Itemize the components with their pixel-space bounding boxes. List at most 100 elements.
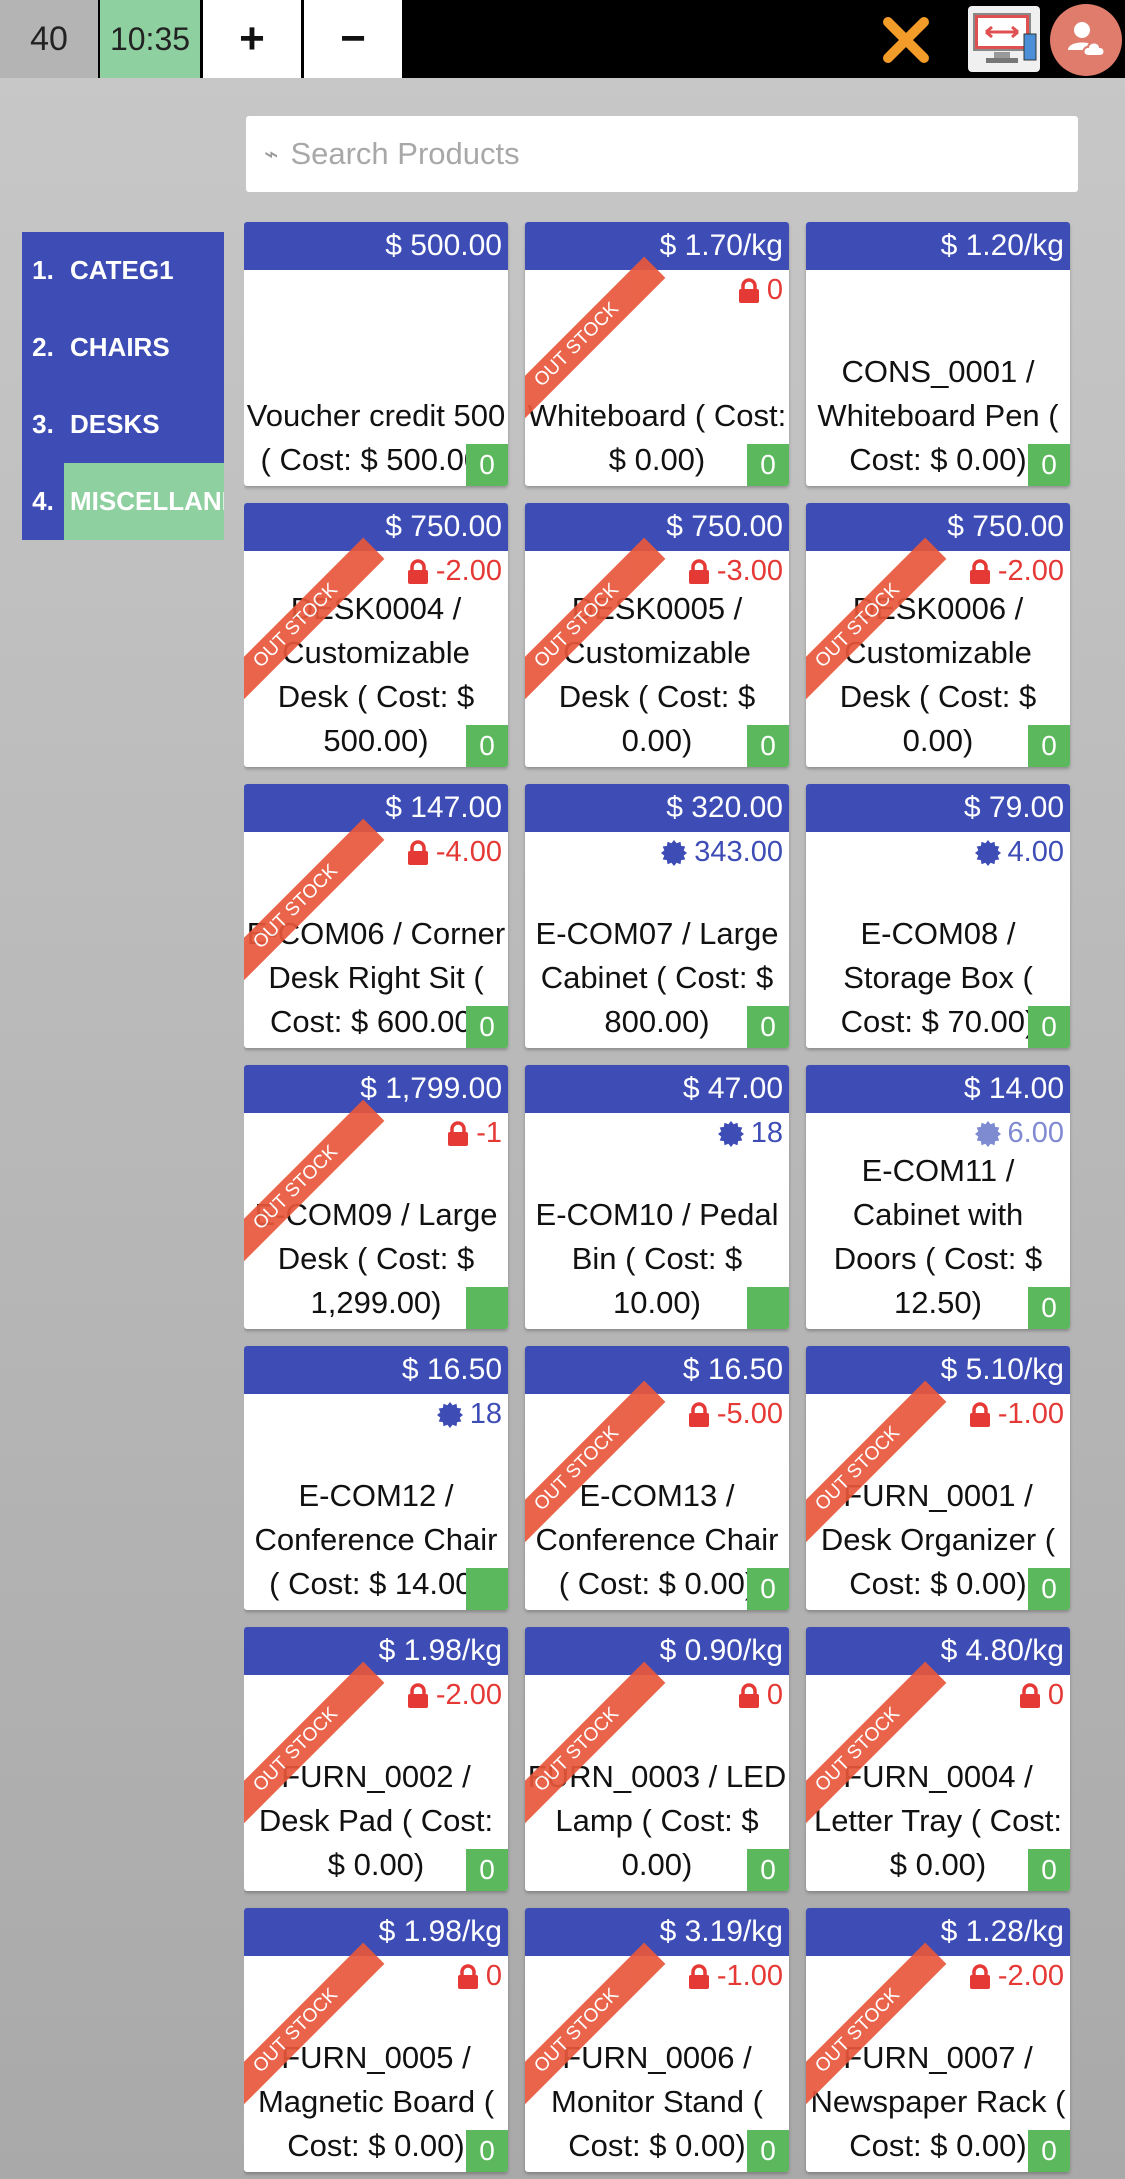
stock-value: 0: [1047, 1679, 1064, 1711]
product-card[interactable]: $ 320.00 343.00 E-COM07 / Large Cabinet ( …: [525, 784, 789, 1048]
product-price: $ 0.90/kg: [525, 1627, 789, 1675]
category-item-chairs[interactable]: 2. CHAIRS: [22, 309, 224, 386]
stock-value: 343.00: [694, 836, 783, 868]
category-item-categ1[interactable]: 1. CATEG1: [22, 232, 224, 309]
quantity-badge[interactable]: 0: [747, 444, 789, 486]
product-card[interactable]: $ 750.00 -2.00 DESK0004 / Customizable Des…: [244, 503, 508, 767]
product-card[interactable]: $ 1.98/kg -2.00 FURN_0002 / Desk Pad ( Cos…: [244, 1627, 508, 1891]
add-order-button[interactable]: +: [203, 0, 301, 78]
product-card[interactable]: $ 3.19/kg -1.00 FURN_0006 / Monitor Stand …: [525, 1908, 789, 2172]
category-label: DESKS: [70, 409, 160, 439]
category-item-miscellaneous[interactable]: 4. MISCELLANEOUS: [22, 463, 224, 540]
product-price: $ 79.00: [806, 784, 1070, 832]
quantity-badge[interactable]: 0: [1028, 1568, 1070, 1610]
product-card[interactable]: $ 750.00 -2.00 DESK0006 / Customizable Des…: [806, 503, 1070, 767]
product-card[interactable]: $ 16.50 18 E-COM12 / Conference Chair ( Co…: [244, 1346, 508, 1610]
product-card[interactable]: $ 47.00 18 E-COM10 / Pedal Bin ( Cost: $ 1…: [525, 1065, 789, 1329]
quantity-badge[interactable]: [466, 1568, 508, 1610]
lock-icon: [687, 558, 711, 585]
quantity-badge[interactable]: 0: [466, 1849, 508, 1891]
search-input[interactable]: [290, 136, 1078, 172]
stock-value: -3.00: [716, 555, 783, 587]
category-list: 1. CATEG1 2. CHAIRS 3. DESKS 4. MISCELLANEOUS: [22, 232, 224, 540]
product-list: $ 500.00 Voucher credit 500 ( Cost: $ 500…: [244, 196, 1080, 2179]
category-item-desks[interactable]: 3. DESKS: [22, 386, 224, 463]
product-card[interactable]: $ 5.10/kg -1.00 FURN_0001 / Desk Organizer…: [806, 1346, 1070, 1610]
lock-icon: [406, 839, 430, 866]
product-card[interactable]: $ 147.00 -4.00 E-COM06 / Corner Desk Right…: [244, 784, 508, 1048]
screen-transfer-icon[interactable]: [968, 6, 1040, 72]
quantity-badge[interactable]: 0: [1028, 444, 1070, 486]
quantity-badge[interactable]: 0: [466, 1006, 508, 1048]
search-bar[interactable]: ⌁: [246, 116, 1078, 192]
quantity-badge[interactable]: 0: [747, 725, 789, 767]
quantity-badge[interactable]: 0: [747, 1568, 789, 1610]
category-label: CHAIRS: [70, 332, 170, 362]
stock-indicator: -2.00: [406, 555, 502, 588]
product-price: $ 1,799.00: [244, 1065, 508, 1113]
stock-indicator: -1.00: [968, 1398, 1064, 1431]
remove-order-button[interactable]: −: [304, 0, 402, 78]
category-number: 1.: [32, 255, 54, 285]
stock-value: -2.00: [997, 555, 1064, 587]
quantity-badge[interactable]: 0: [747, 1006, 789, 1048]
order-time-tab[interactable]: 10:35: [100, 0, 200, 78]
product-card[interactable]: $ 500.00 Voucher credit 500 ( Cost: $ 500…: [244, 222, 508, 486]
category-number: 3.: [32, 409, 54, 439]
product-card[interactable]: $ 1,799.00 -1 E-COM09 / Large Desk ( Cost:…: [244, 1065, 508, 1329]
product-card[interactable]: $ 79.00 4.00 E-COM08 / Storage Box ( Cost:…: [806, 784, 1070, 1048]
lock-icon: [456, 1963, 480, 1990]
product-price: $ 500.00: [244, 222, 508, 270]
quantity-badge[interactable]: 0: [747, 2130, 789, 2172]
quantity-badge[interactable]: 0: [466, 725, 508, 767]
quantity-badge[interactable]: 0: [466, 2130, 508, 2172]
quantity-badge[interactable]: 0: [747, 1849, 789, 1891]
stock-indicator: -1.00: [687, 1960, 783, 1993]
stock-value: -1.00: [997, 1398, 1064, 1430]
badge-icon: [717, 1120, 745, 1148]
close-x-icon[interactable]: [880, 14, 932, 66]
search-icon: ⌁: [264, 140, 279, 168]
quantity-badge[interactable]: 0: [1028, 2130, 1070, 2172]
stock-value: -2.00: [435, 1679, 502, 1711]
cloud-user-icon[interactable]: [1050, 4, 1122, 76]
quantity-badge[interactable]: 0: [1028, 1287, 1070, 1329]
product-card[interactable]: $ 1.70/kg 0 Whiteboard ( Cost: $ 0.00) 0 OUT…: [525, 222, 789, 486]
stock-indicator: 0: [737, 1679, 783, 1712]
stock-indicator: -4.00: [406, 836, 502, 869]
product-card[interactable]: $ 1.28/kg -2.00 FURN_0007 / Newspaper Rack…: [806, 1908, 1070, 2172]
lock-icon: [737, 277, 761, 304]
product-card[interactable]: $ 1.20/kg CONS_0001 / Whiteboard Pen ( Co…: [806, 222, 1070, 486]
order-count[interactable]: 40: [0, 0, 98, 78]
lock-icon: [446, 1120, 470, 1147]
stock-indicator: 0: [456, 1960, 502, 1993]
stock-value: -1: [476, 1117, 502, 1149]
product-card[interactable]: $ 14.00 6.00 E-COM11 / Cabinet with Doors …: [806, 1065, 1070, 1329]
stock-indicator: -3.00: [687, 555, 783, 588]
product-price: $ 14.00: [806, 1065, 1070, 1113]
lock-icon: [968, 1963, 992, 1990]
lock-icon: [406, 1682, 430, 1709]
product-card[interactable]: $ 16.50 -5.00 E-COM13 / Conference Chair (…: [525, 1346, 789, 1610]
quantity-badge[interactable]: 0: [466, 444, 508, 486]
product-price: $ 1.98/kg: [244, 1908, 508, 1956]
lock-icon: [406, 558, 430, 585]
quantity-badge[interactable]: 0: [1028, 1849, 1070, 1891]
stock-indicator: -2.00: [406, 1679, 502, 1712]
quantity-badge[interactable]: [466, 1287, 508, 1329]
product-card[interactable]: $ 4.80/kg 0 FURN_0004 / Letter Tray ( Cost…: [806, 1627, 1070, 1891]
stock-value: 0: [766, 274, 783, 306]
category-label: CATEG1: [70, 255, 174, 285]
quantity-badge[interactable]: 0: [1028, 725, 1070, 767]
quantity-badge[interactable]: [747, 1287, 789, 1329]
stock-value: 18: [469, 1398, 502, 1430]
product-price: $ 1.98/kg: [244, 1627, 508, 1675]
lock-icon: [737, 1682, 761, 1709]
minus-icon: −: [340, 14, 366, 63]
product-card[interactable]: $ 750.00 -3.00 DESK0005 / Customizable Des…: [525, 503, 789, 767]
quantity-badge[interactable]: 0: [1028, 1006, 1070, 1048]
product-card[interactable]: $ 0.90/kg 0 FURN_0003 / LED Lamp ( Cost: $…: [525, 1627, 789, 1891]
product-card[interactable]: $ 1.98/kg 0 FURN_0005 / Magnetic Board ( C…: [244, 1908, 508, 2172]
badge-icon: [660, 839, 688, 867]
stock-indicator: -2.00: [968, 1960, 1064, 1993]
